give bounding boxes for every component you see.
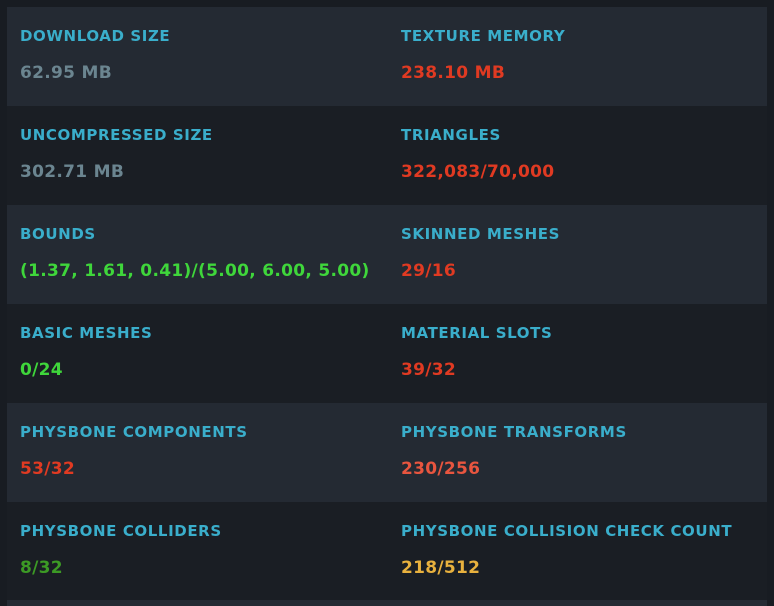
- stat-physbone-colliders: PHYSBONE COLLIDERS 8/32: [7, 502, 388, 601]
- stat-value: 230/256: [401, 459, 481, 479]
- stat-texture-memory: TEXTURE MEMORY 238.10 MB: [388, 7, 767, 106]
- stat-value: (1.37, 1.61, 0.41)/(5.00, 6.00, 5.00): [20, 261, 370, 281]
- stat-label: DOWNLOAD SIZE: [20, 27, 171, 45]
- stat-basic-meshes: BASIC MESHES 0/24: [7, 304, 388, 403]
- stat-value: 39/32: [401, 360, 457, 380]
- stat-value: 238.10 MB: [401, 63, 506, 83]
- stat-label: PHYSBONE COLLIDERS: [20, 522, 222, 540]
- stat-label: PHYSBONE COMPONENTS: [20, 423, 248, 441]
- performance-stats-panel: DOWNLOAD SIZE 62.95 MB TEXTURE MEMORY 23…: [7, 7, 767, 601]
- stat-label: BOUNDS: [20, 225, 96, 243]
- stat-material-slots: MATERIAL SLOTS 39/32: [388, 304, 767, 403]
- stat-label: TRIANGLES: [401, 126, 501, 144]
- stat-skinned-meshes: SKINNED MESHES 29/16: [388, 205, 767, 304]
- stats-row: BASIC MESHES 0/24 MATERIAL SLOTS 39/32: [7, 304, 767, 403]
- stat-label: BASIC MESHES: [20, 324, 153, 342]
- stat-bounds: BOUNDS (1.37, 1.61, 0.41)/(5.00, 6.00, 5…: [7, 205, 388, 304]
- stat-download-size: DOWNLOAD SIZE 62.95 MB: [7, 7, 388, 106]
- stats-row: UNCOMPRESSED SIZE 302.71 MB TRIANGLES 32…: [7, 106, 767, 205]
- stats-row: DOWNLOAD SIZE 62.95 MB TEXTURE MEMORY 23…: [7, 7, 767, 106]
- stat-uncompressed-size: UNCOMPRESSED SIZE 302.71 MB: [7, 106, 388, 205]
- stat-label: UNCOMPRESSED SIZE: [20, 126, 213, 144]
- stat-value: 53/32: [20, 459, 76, 479]
- stat-label: SKINNED MESHES: [401, 225, 561, 243]
- stat-value: 62.95 MB: [20, 63, 112, 83]
- stat-value: 29/16: [401, 261, 457, 281]
- stat-physbone-collision-check-count: PHYSBONE COLLISION CHECK COUNT 218/512: [388, 502, 767, 601]
- stat-value: 302.71 MB: [20, 162, 125, 182]
- stat-value: 218/512: [401, 558, 481, 578]
- stat-label: TEXTURE MEMORY: [401, 27, 566, 45]
- stats-row: PHYSBONE COLLIDERS 8/32 PHYSBONE COLLISI…: [7, 502, 767, 601]
- stat-physbone-components: PHYSBONE COMPONENTS 53/32: [7, 403, 388, 502]
- stat-label: PHYSBONE COLLISION CHECK COUNT: [401, 522, 733, 540]
- stat-value: 8/32: [20, 558, 63, 578]
- stat-label: PHYSBONE TRANSFORMS: [401, 423, 627, 441]
- stat-label: MATERIAL SLOTS: [401, 324, 553, 342]
- stats-row: PHYSBONE COMPONENTS 53/32 PHYSBONE TRANS…: [7, 403, 767, 502]
- stat-value: 322,083/70,000: [401, 162, 555, 182]
- stat-value: 0/24: [20, 360, 63, 380]
- next-row-edge: [7, 600, 767, 606]
- stats-row: BOUNDS (1.37, 1.61, 0.41)/(5.00, 6.00, 5…: [7, 205, 767, 304]
- stat-physbone-transforms: PHYSBONE TRANSFORMS 230/256: [388, 403, 767, 502]
- stat-triangles: TRIANGLES 322,083/70,000: [388, 106, 767, 205]
